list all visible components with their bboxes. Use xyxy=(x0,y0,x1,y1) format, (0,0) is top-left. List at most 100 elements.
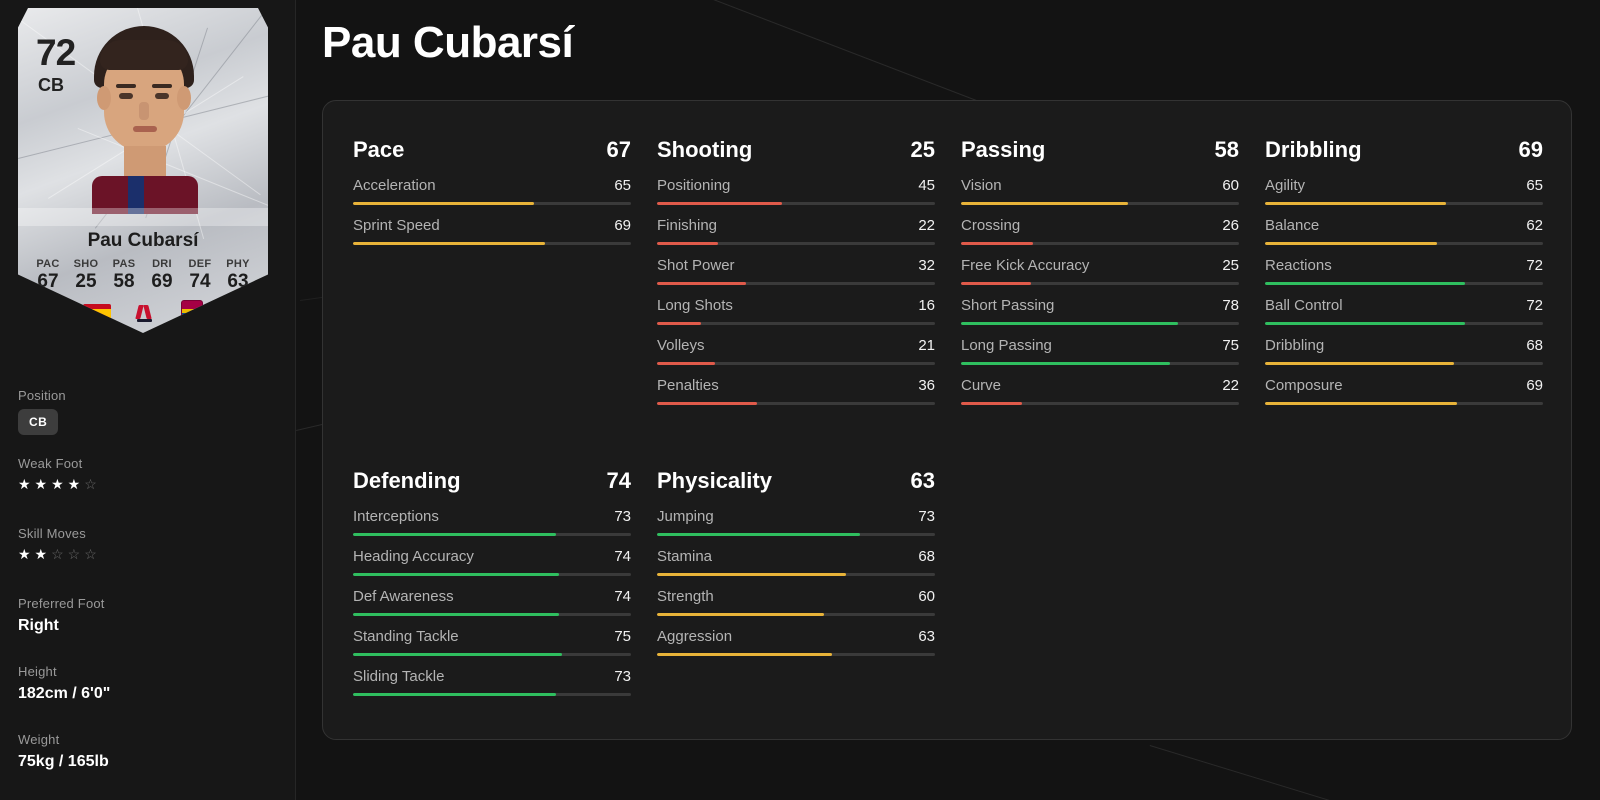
stat-item-value: 21 xyxy=(918,337,935,354)
stat-item-name: Curve xyxy=(961,377,1002,394)
player-sidebar: 72 CB Pau Cubarsí PAC 67 SHO 25 PAS 58 D… xyxy=(0,0,296,800)
card-stat-row: PAC 67 SHO 25 PAS 58 DRI 69 DEF 74 PHY 63 xyxy=(30,258,256,293)
stat-item-name: Finishing xyxy=(657,217,718,234)
stat-item-fill xyxy=(961,322,1178,325)
stat-item-name: Def Awareness xyxy=(353,588,454,605)
stat-group-header: Dribbling 69 xyxy=(1265,137,1543,163)
stat-group-name: Dribbling xyxy=(1265,137,1362,162)
stat-item-track xyxy=(657,402,935,405)
position-chip[interactable]: CB xyxy=(18,409,59,435)
stat-item-track xyxy=(353,242,631,245)
stat-item-value: 22 xyxy=(918,217,935,234)
stat-item: Shot Power 32 xyxy=(657,257,935,285)
stat-item-row: Long Shots 16 xyxy=(657,297,935,314)
stat-item-value: 68 xyxy=(1526,337,1543,354)
stat-item-value: 63 xyxy=(918,628,935,645)
stat-item-name: Ball Control xyxy=(1265,297,1343,314)
player-profile-page: 72 CB Pau Cubarsí PAC 67 SHO 25 PAS 58 D… xyxy=(0,0,1600,800)
stat-item-value: 73 xyxy=(918,508,935,525)
stat-item-name: Balance xyxy=(1265,217,1320,234)
stat-item-value: 78 xyxy=(1222,297,1239,314)
stat-item: Jumping 73 xyxy=(657,508,935,536)
stat-item-name: Volleys xyxy=(657,337,705,354)
stat-item-name: Positioning xyxy=(657,177,731,194)
stat-item-value: 68 xyxy=(918,548,935,565)
skill-moves-stars: ★★☆☆☆ xyxy=(18,546,101,562)
stat-item-track xyxy=(1265,242,1543,245)
stat-group-header: Defending 74 xyxy=(353,468,631,494)
stat-item-row: Curve 22 xyxy=(961,377,1239,394)
stat-item-track xyxy=(657,202,935,205)
stat-item-name: Standing Tackle xyxy=(353,628,459,645)
stat-item-name: Crossing xyxy=(961,217,1021,234)
stat-group-value: 63 xyxy=(910,468,935,493)
weak-foot-label: Weak Foot xyxy=(18,456,83,471)
stat-item-fill xyxy=(657,613,824,616)
card-stat-phy: PHY 63 xyxy=(220,258,256,293)
stat-item-row: Def Awareness 74 xyxy=(353,588,631,605)
stat-item-track xyxy=(657,362,935,365)
stat-item: Long Shots 16 xyxy=(657,297,935,325)
stat-item-fill xyxy=(961,202,1128,205)
stat-item: Acceleration 65 xyxy=(353,177,631,205)
card-stat-sho: SHO 25 xyxy=(68,258,104,293)
card-stat-value: 74 xyxy=(189,271,211,292)
card-stat-value: 63 xyxy=(227,271,249,292)
stat-item-track xyxy=(961,362,1239,365)
stat-item-name: Reactions xyxy=(1265,257,1332,274)
sidebar-weak-foot: Weak Foot ★★★★☆ xyxy=(18,456,101,493)
stat-group-value: 69 xyxy=(1518,137,1543,162)
attributes-panel: Pace 67 Acceleration 65 Sprint Speed 69 Shooti… xyxy=(322,100,1572,740)
stat-item-track xyxy=(353,202,631,205)
stat-item-fill xyxy=(657,322,702,325)
stat-item-name: Shot Power xyxy=(657,257,735,274)
stat-item-name: Jumping xyxy=(657,508,714,525)
stat-item: Def Awareness 74 xyxy=(353,588,631,616)
card-stat-value: 67 xyxy=(37,271,59,292)
stat-item-name: Agility xyxy=(1265,177,1306,194)
card-stat-key: SHO xyxy=(73,258,99,270)
stat-item-value: 72 xyxy=(1526,257,1543,274)
stat-item-row: Short Passing 78 xyxy=(961,297,1239,314)
stat-item-fill xyxy=(353,653,562,656)
stat-group-physicality: Physicality 63 Jumping 73 Stamina 68 Strength 6… xyxy=(657,468,935,668)
card-stat-key: DEF xyxy=(188,258,212,270)
stat-item-name: Sprint Speed xyxy=(353,217,440,234)
stat-item-value: 16 xyxy=(918,297,935,314)
stat-item: Heading Accuracy 74 xyxy=(353,548,631,576)
stat-item: Stamina 68 xyxy=(657,548,935,576)
stat-group-header: Physicality 63 xyxy=(657,468,935,494)
card-stat-key: PHY xyxy=(226,258,250,270)
player-card[interactable]: 72 CB Pau Cubarsí PAC 67 SHO 25 PAS 58 D… xyxy=(18,8,268,348)
sidebar-weight: Weight 75kg / 165lb xyxy=(18,732,109,771)
stat-item-track xyxy=(353,613,631,616)
stat-item-fill xyxy=(657,402,758,405)
stat-item: Free Kick Accuracy 25 xyxy=(961,257,1239,285)
stat-item-value: 65 xyxy=(614,177,631,194)
stat-item-fill xyxy=(353,242,545,245)
card-position: CB xyxy=(38,75,64,95)
stat-item-row: Finishing 22 xyxy=(657,217,935,234)
stat-item-row: Standing Tackle 75 xyxy=(353,628,631,645)
stat-item: Crossing 26 xyxy=(961,217,1239,245)
stat-item-value: 25 xyxy=(1222,257,1239,274)
stat-item-track xyxy=(961,322,1239,325)
stat-item: Volleys 21 xyxy=(657,337,935,365)
stat-item: Standing Tackle 75 xyxy=(353,628,631,656)
card-stat-key: DRI xyxy=(152,258,172,270)
stat-item: Vision 60 xyxy=(961,177,1239,205)
stat-item-fill xyxy=(353,573,559,576)
stat-item: Agility 65 xyxy=(1265,177,1543,205)
sidebar-height: Height 182cm / 6'0" xyxy=(18,664,110,703)
skill-moves-label: Skill Moves xyxy=(18,526,86,541)
card-stat-def: DEF 74 xyxy=(182,258,218,293)
stat-item-row: Balance 62 xyxy=(1265,217,1543,234)
stat-item-fill xyxy=(961,282,1031,285)
stat-item: Dribbling 68 xyxy=(1265,337,1543,365)
stat-item-value: 45 xyxy=(918,177,935,194)
stat-item-track xyxy=(961,402,1239,405)
stat-item-fill xyxy=(657,533,860,536)
stat-item-value: 74 xyxy=(614,588,631,605)
stat-item: Sliding Tackle 73 xyxy=(353,668,631,696)
stat-item-value: 32 xyxy=(918,257,935,274)
